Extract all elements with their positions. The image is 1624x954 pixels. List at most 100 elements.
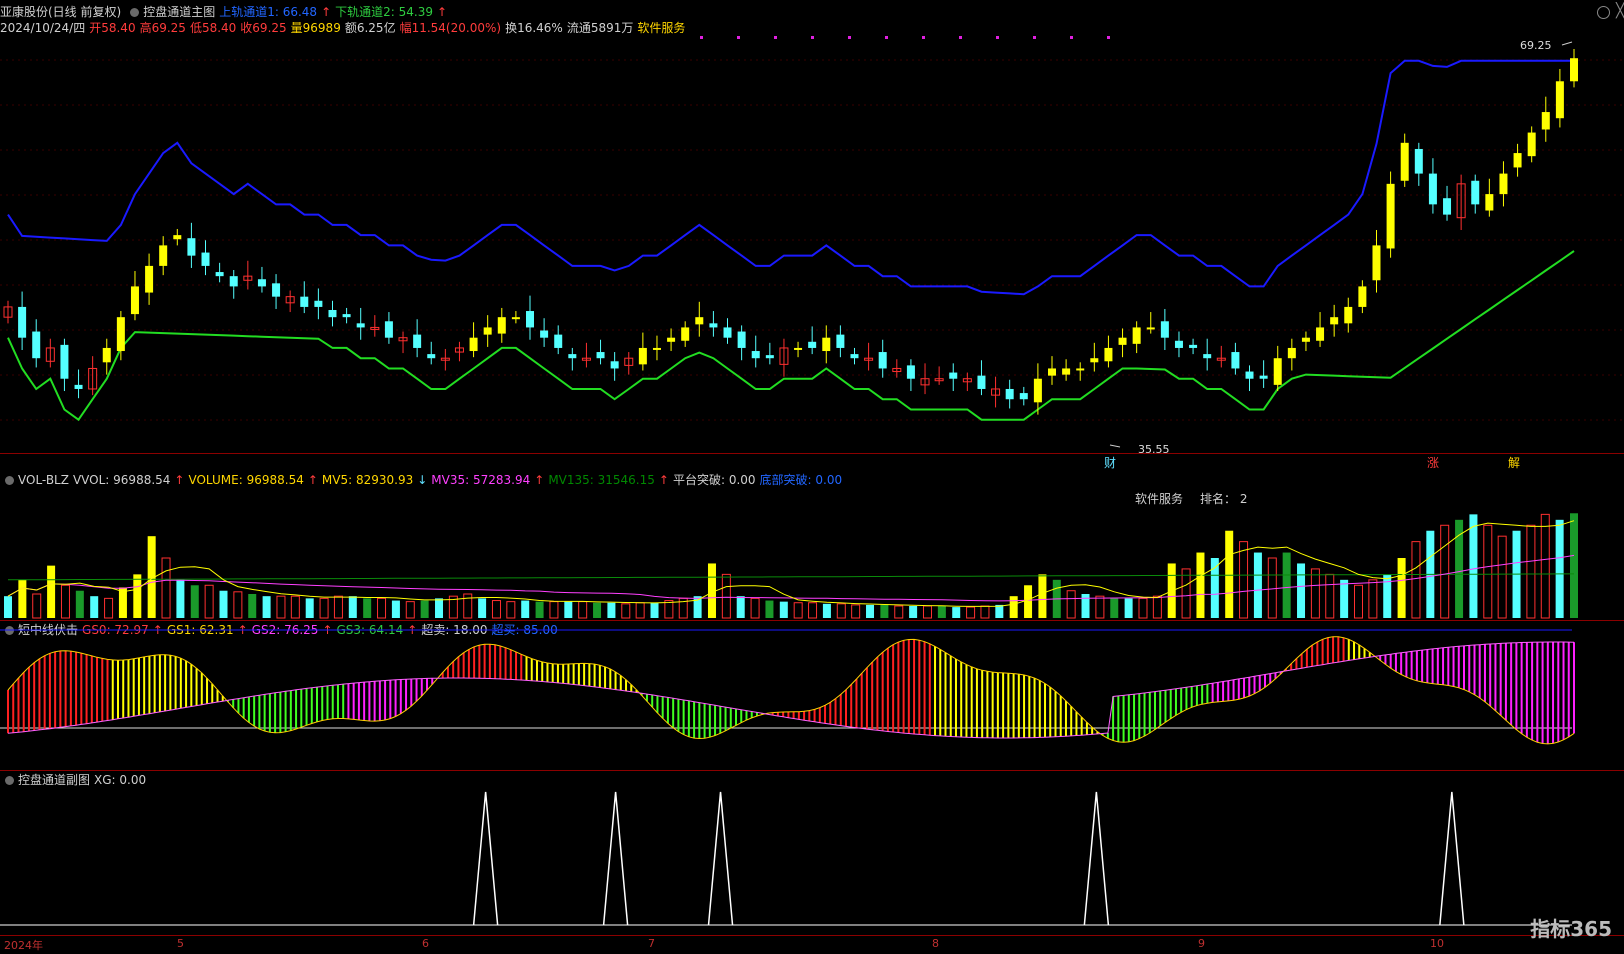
volume-bar [90, 596, 99, 618]
volume-bar [966, 606, 976, 619]
candle-body [1316, 327, 1325, 341]
volume-bar [1152, 595, 1162, 619]
volume-bar [190, 585, 199, 618]
volume-bar [348, 596, 357, 618]
oscillator-chart[interactable] [0, 620, 1624, 770]
candle-body [596, 352, 605, 359]
volume-bar [1540, 513, 1550, 619]
volume-bar [435, 598, 444, 618]
candle-body [1400, 142, 1409, 181]
candle-body [751, 351, 760, 359]
candle-body [1330, 317, 1339, 325]
volume-bar [1181, 568, 1191, 619]
signal-spike [602, 791, 629, 926]
event-dot [885, 36, 888, 39]
volume-bar [333, 595, 343, 619]
candlestick-chart[interactable] [0, 0, 1624, 453]
volume-bar [1469, 514, 1478, 618]
candle-body [1570, 58, 1578, 82]
volume-bar [1397, 558, 1406, 618]
candle-body [610, 361, 619, 369]
low-marker-arrow [1109, 444, 1121, 448]
candle-body [74, 384, 83, 389]
main-chart-pane[interactable]: 亚康股份(日线 前复权) 控盘通道主图 上轨通道1: 66.48 ↑ 下轨通道2: 54… [0, 0, 1624, 470]
volume-bar [650, 602, 659, 618]
low-price-marker: 35.55 [1138, 443, 1170, 456]
candle-body [1062, 368, 1071, 375]
candle-body [540, 330, 549, 338]
candle-body [1527, 132, 1536, 157]
signal-chart[interactable] [0, 770, 1624, 934]
volume-bar [1124, 598, 1133, 618]
volume-bar [822, 603, 831, 618]
candle-body [1259, 375, 1268, 379]
event-badge-report[interactable]: 财 [1104, 454, 1116, 471]
event-dot [1070, 36, 1073, 39]
candle-body [145, 265, 154, 293]
candle-body [1287, 347, 1296, 359]
volume-bar [1411, 541, 1421, 619]
volume-bar [1009, 596, 1018, 618]
candle-body [1443, 198, 1452, 215]
candle-body [328, 310, 337, 318]
candle-body [1513, 153, 1522, 168]
candle-body [18, 306, 27, 338]
volume-bar [1497, 535, 1507, 619]
volume-bar [420, 600, 429, 618]
volume-bar [491, 600, 501, 619]
lower-band-line [7, 250, 1575, 422]
volume-bar [478, 598, 487, 618]
volume-bar [779, 601, 788, 618]
volume-bar [564, 601, 573, 618]
time-axis: 2024年 5 6 7 8 9 10 [0, 935, 1624, 954]
candle-body [1386, 183, 1395, 249]
volume-bar [262, 596, 271, 618]
volume-pane[interactable]: VOL-BLZ VVOL: 96988.54 ↑ VOLUME: 96988.54 ↑ M… [0, 470, 1624, 621]
volume-bar [1297, 563, 1306, 618]
volume-bar [204, 584, 214, 619]
volume-bar [1325, 573, 1335, 619]
volume-bar [75, 590, 84, 618]
signal-pane[interactable]: 控盘通道副图 XG: 0.00 [0, 770, 1624, 934]
oscillator-pane[interactable]: 短中线伏击 GS0: 72.97 ↑ GS1: 62.31 ↑ GS2: 76.25 ↑ GS… [0, 620, 1624, 771]
volume-bar [1440, 524, 1450, 619]
volume-bar [1138, 597, 1148, 619]
candle-body [1146, 327, 1155, 330]
volume-bar [521, 600, 530, 618]
volume-bar [233, 591, 243, 619]
candle-body [695, 317, 704, 325]
volume-bar [980, 605, 990, 619]
event-badge-unlock[interactable]: 解 [1508, 454, 1520, 471]
event-dot [700, 36, 703, 39]
volume-bar [305, 598, 314, 618]
volume-bar [47, 565, 56, 618]
candle-body [681, 327, 690, 341]
event-badge-limit-up[interactable]: 涨 [1427, 454, 1439, 471]
volume-bar [721, 573, 731, 619]
volume-bar [1239, 541, 1249, 619]
volume-bar [851, 604, 861, 619]
candle-body [794, 347, 803, 350]
volume-bar [880, 604, 889, 618]
volume-bar [535, 601, 544, 618]
candle-body [201, 252, 210, 266]
volume-bar [765, 600, 774, 618]
candle-body [413, 334, 422, 348]
candle-body [1273, 358, 1282, 385]
candle-body [497, 317, 506, 334]
candle-body [906, 365, 915, 379]
candle-body [977, 375, 986, 389]
candle-body [1344, 306, 1353, 324]
mv35-line [7, 554, 1575, 602]
volume-bar [995, 604, 1004, 618]
volume-chart[interactable] [0, 470, 1624, 620]
axis-month-9: 9 [1198, 937, 1205, 950]
event-dot [1107, 36, 1110, 39]
volume-bar [750, 597, 760, 619]
event-dot [1033, 36, 1036, 39]
candle-body [1541, 112, 1550, 130]
candle-body [257, 279, 266, 287]
volume-bar [405, 601, 415, 619]
signal-spike [1439, 791, 1465, 926]
volume-bar [176, 579, 185, 618]
